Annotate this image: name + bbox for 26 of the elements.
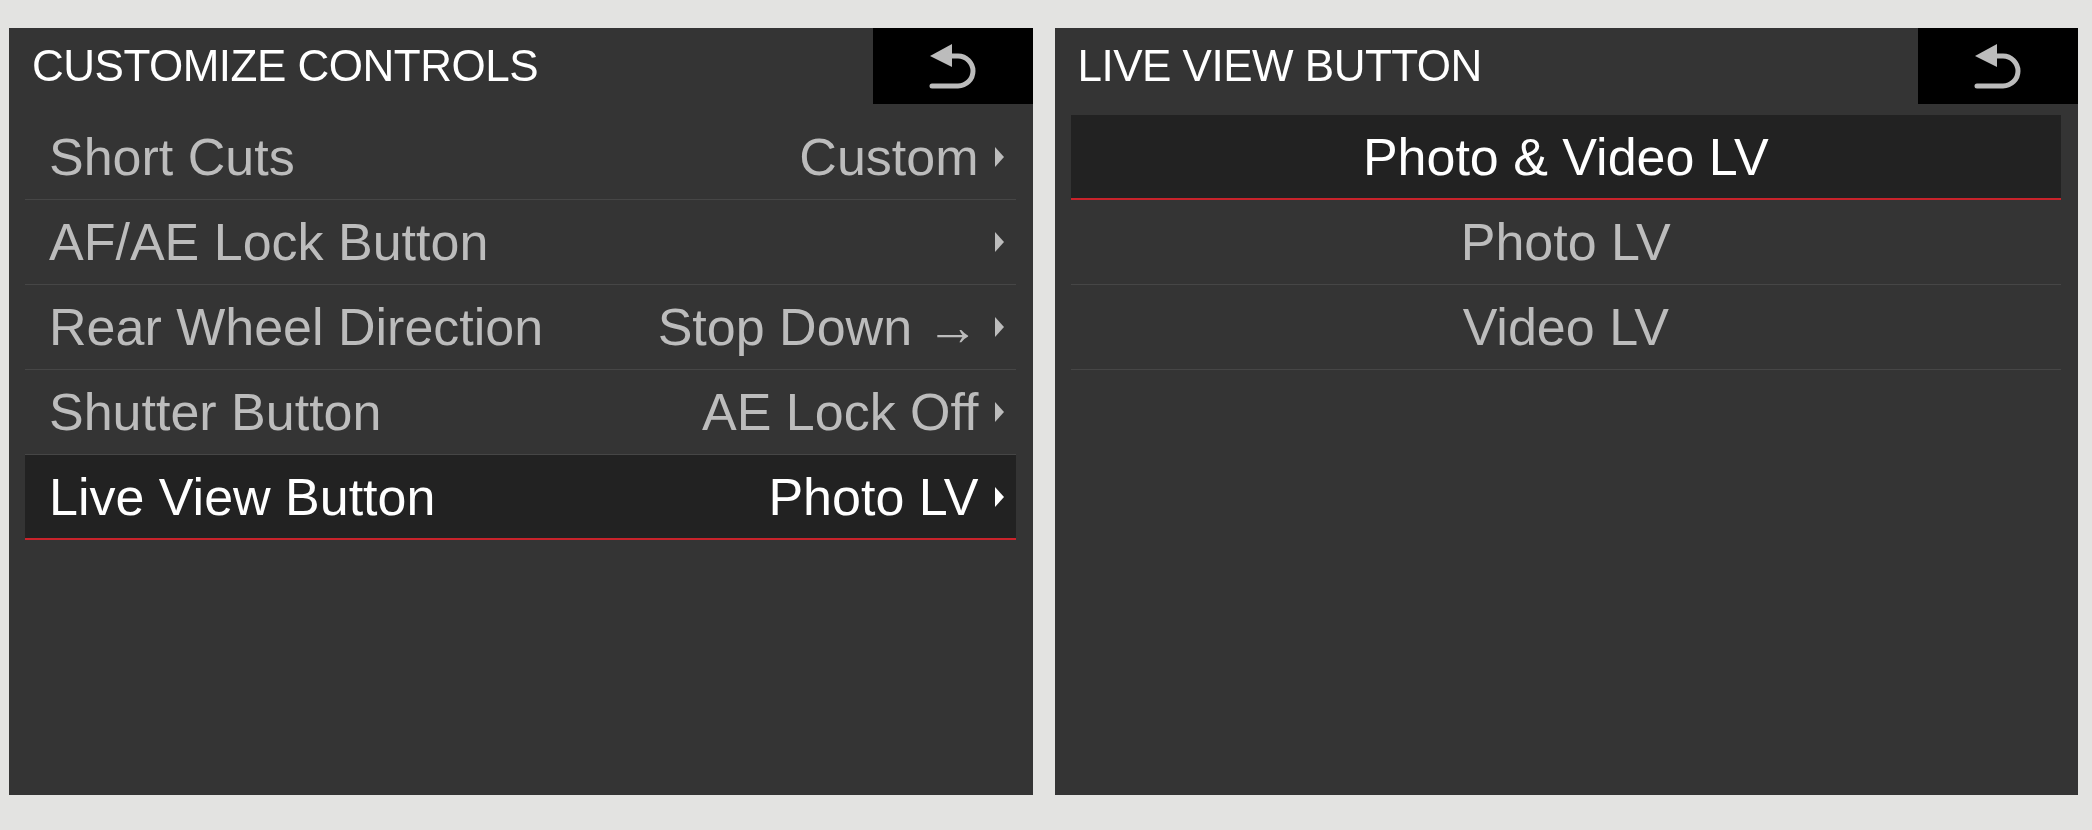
chevron-icon	[994, 317, 1004, 337]
menu-item-label: Live View Button	[49, 470, 436, 523]
menu-item-value: AE Lock Off	[702, 386, 979, 438]
menu-item[interactable]: Live View Button Photo LV	[25, 455, 1016, 540]
option-item[interactable]: Photo & Video LV	[1070, 115, 2061, 200]
back-icon	[928, 43, 977, 89]
menu-item-label: Short Cuts	[49, 131, 295, 183]
back-button[interactable]	[872, 28, 1033, 104]
chevron-icon	[994, 486, 1004, 507]
menu-item-label: Rear Wheel Direction	[49, 301, 544, 353]
chevron-icon	[994, 232, 1004, 252]
menu-item[interactable]: AF/AE Lock Button	[25, 200, 1016, 285]
option-item[interactable]: Photo LV	[1070, 200, 2061, 285]
menu-item-value: Custom	[799, 131, 979, 183]
chevron-icon	[994, 402, 1004, 422]
menu-item-value: Photo LV	[768, 470, 979, 523]
menu-item[interactable]: Rear Wheel Direction Stop Down →	[25, 285, 1016, 370]
back-button[interactable]	[1918, 28, 2078, 104]
chevron-icon	[994, 147, 1004, 167]
menu-item-label: Shutter Button	[49, 386, 382, 438]
screen-title: LIVE VIEW BUTTON	[1077, 41, 1482, 91]
screen-title: CUSTOMIZE CONTROLS	[32, 41, 538, 91]
menu-item[interactable]: Short Cuts Custom	[25, 115, 1016, 200]
back-icon	[1974, 43, 2022, 89]
option-item[interactable]: Video LV	[1070, 285, 2061, 370]
menu-item-label: AF/AE Lock Button	[49, 216, 489, 268]
